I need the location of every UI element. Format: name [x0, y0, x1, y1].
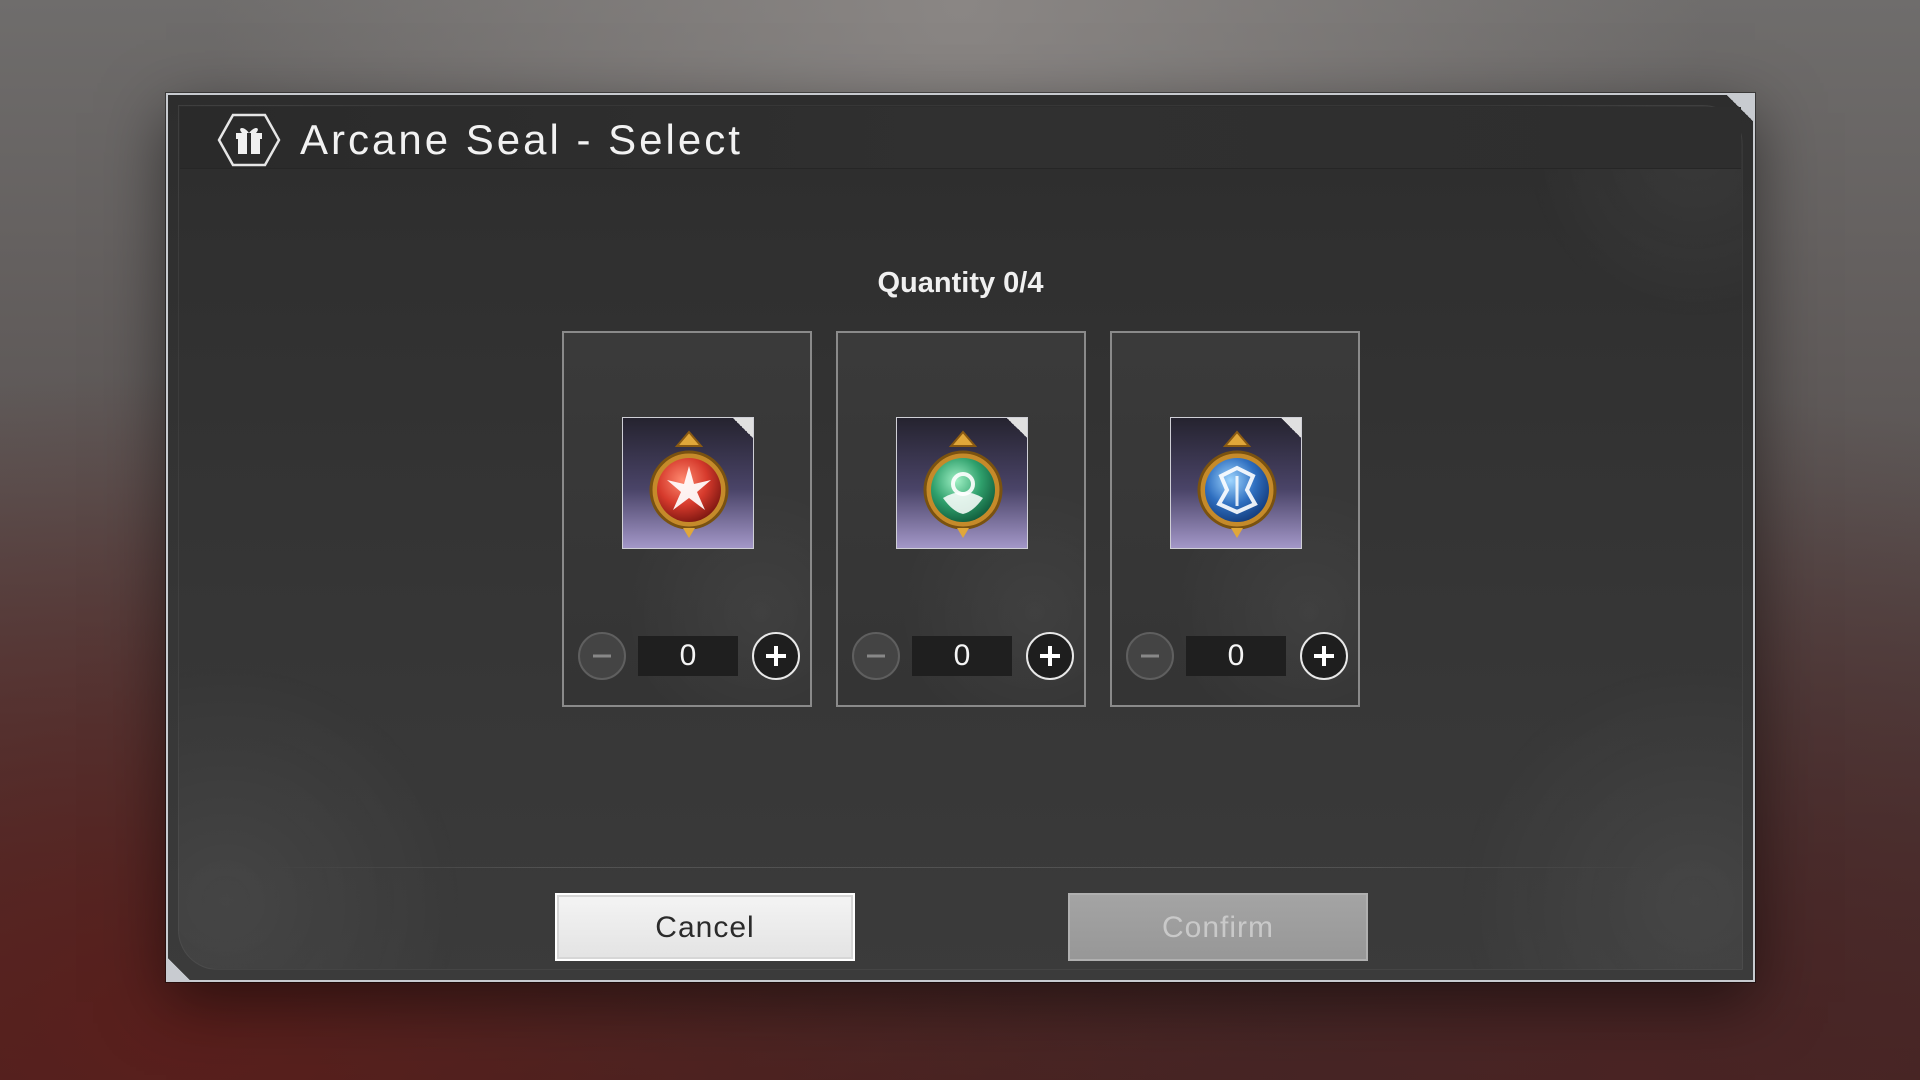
arcane-seal-dialog: Arcane Seal - Select Quantity 0/4 0 0 0 … [166, 93, 1755, 982]
confirm-button[interactable]: Confirm [1068, 893, 1368, 961]
increment-button[interactable] [752, 632, 800, 680]
dialog-title: Arcane Seal - Select [300, 116, 743, 163]
minus-icon [867, 654, 885, 658]
increment-button[interactable] [1026, 632, 1074, 680]
quantity-value: 0 [1186, 636, 1286, 676]
minus-icon [1141, 654, 1159, 658]
decrement-button[interactable] [852, 632, 900, 680]
plus-icon [1314, 646, 1334, 666]
item-slot[interactable] [622, 417, 754, 549]
decrement-button[interactable] [578, 632, 626, 680]
item-slot[interactable] [896, 417, 1028, 549]
blue-seal-gem-icon [1197, 430, 1277, 538]
seal-card-blue: 0 [1110, 331, 1360, 707]
plus-icon [766, 646, 786, 666]
gift-box-icon [217, 113, 281, 167]
seal-card-red: 0 [562, 331, 812, 707]
quantity-counter: Quantity 0/4 [877, 267, 1044, 299]
green-seal-gem-icon [923, 430, 1003, 538]
quantity-stepper: 0 [852, 631, 1074, 681]
quantity-stepper: 0 [578, 631, 800, 681]
seal-card-list: 0 0 0 [562, 331, 1362, 707]
cancel-button[interactable]: Cancel [555, 893, 855, 961]
item-slot[interactable] [1170, 417, 1302, 549]
quantity-value: 0 [638, 636, 738, 676]
quantity-value: 0 [912, 636, 1012, 676]
seal-card-green: 0 [836, 331, 1086, 707]
minus-icon [593, 654, 611, 658]
increment-button[interactable] [1300, 632, 1348, 680]
frame-corner-ornament [168, 958, 190, 980]
red-seal-gem-icon [649, 430, 729, 538]
quantity-stepper: 0 [1126, 631, 1348, 681]
dialog-header: Arcane Seal - Select [180, 107, 1741, 169]
footer-divider [264, 867, 1657, 868]
plus-icon [1040, 646, 1060, 666]
decrement-button[interactable] [1126, 632, 1174, 680]
